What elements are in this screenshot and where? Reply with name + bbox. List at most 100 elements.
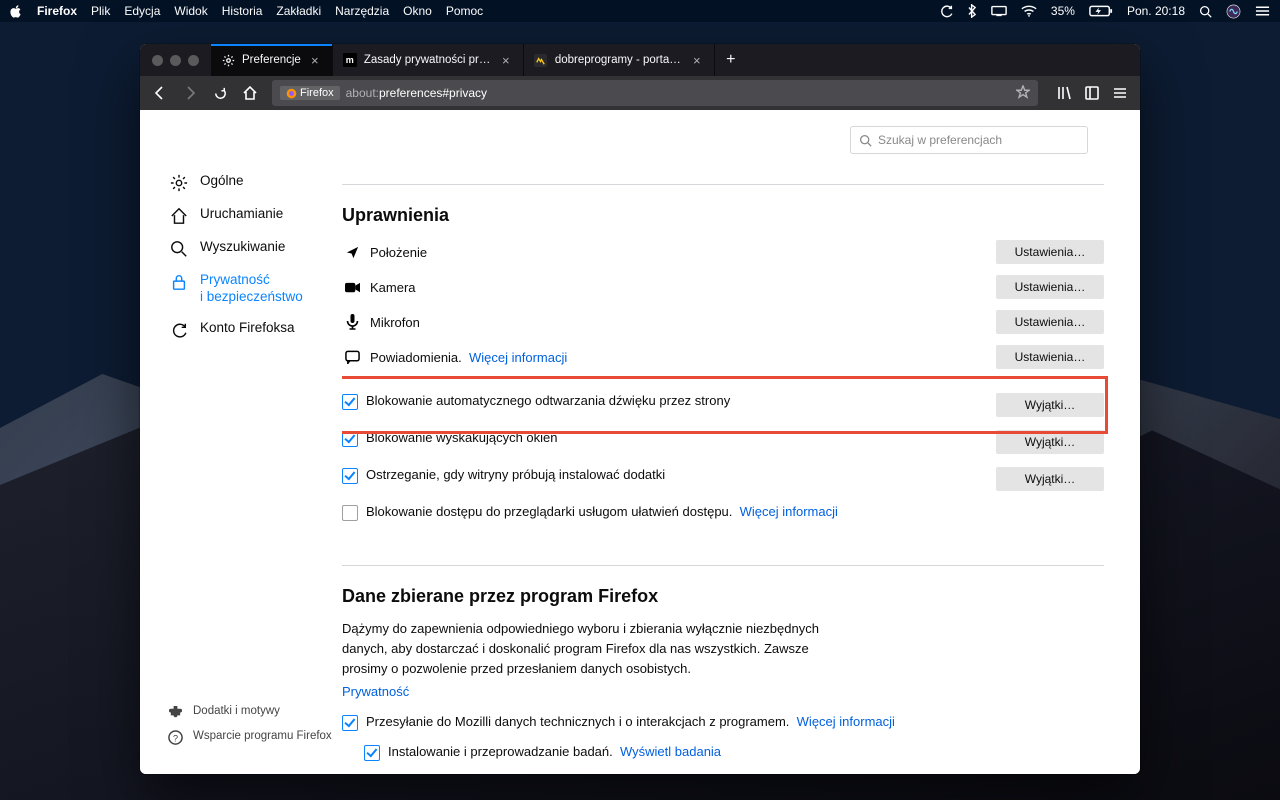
addons-exceptions-button[interactable]: Wyjątki… [996,467,1104,491]
sidebar-item-general[interactable]: Ogólne [170,166,342,199]
block-a11y-label: Blokowanie dostępu do przeglądarki usług… [366,504,1104,519]
app-menu-button[interactable] [1106,79,1134,107]
apple-icon[interactable] [10,5,23,18]
sidebar-button[interactable] [1078,79,1106,107]
block-a11y-checkbox[interactable] [342,505,358,521]
warn-addons-row: Ostrzeganie, gdy witryny próbują instalo… [342,464,1104,494]
notifications-icon [342,350,362,364]
autoplay-exceptions-button[interactable]: Wyjątki… [996,393,1104,417]
svg-text:?: ? [173,733,178,743]
location-icon [342,245,362,260]
close-icon[interactable]: × [499,53,513,68]
close-icon[interactable]: × [690,53,704,68]
popups-exceptions-button[interactable]: Wyjątki… [996,430,1104,454]
firefox-window: Preferencje × m Zasady prywatności przeg… [140,44,1140,774]
location-settings-button[interactable]: Ustawienia… [996,240,1104,264]
camera-settings-button[interactable]: Ustawienia… [996,275,1104,299]
search-placeholder: Szukaj w preferencjach [878,133,1002,147]
sidebar-item-search[interactable]: Wyszukiwanie [170,232,342,265]
close-window-icon[interactable] [152,55,163,66]
home-button[interactable] [236,79,264,107]
window-controls[interactable] [140,44,211,76]
studies-row: Instalowanie i przeprowadzanie badań. Wy… [364,741,1104,764]
notifications-settings-button[interactable]: Ustawienia… [996,345,1104,369]
data-collection-description: Dążymy do zapewnienia odpowiedniego wybo… [342,619,842,679]
notification-center-icon[interactable] [1255,5,1270,18]
studies-checkbox[interactable] [364,745,380,761]
identity-box[interactable]: Firefox [280,86,340,100]
preferences-main: Szukaj w preferencjach Uprawnienia Położ… [342,110,1140,774]
reload-button[interactable] [206,79,234,107]
sidebar-addons-link[interactable]: Dodatki i motywy [168,700,338,725]
battery-icon[interactable] [1089,5,1113,17]
telemetry-row: Przesyłanie do Mozilli danych techniczny… [342,711,1104,734]
forward-button[interactable] [176,79,204,107]
data-collection-heading: Dane zbierane przez program Firefox [342,586,1104,607]
identity-label: Firefox [300,87,334,99]
menubar-app[interactable]: Firefox [37,4,77,18]
mozilla-icon: m [343,53,357,67]
menubar-historia[interactable]: Historia [222,4,263,18]
tab-dobreprogramy[interactable]: dobreprogramy - portal nie tylk × [524,44,715,76]
menubar-plik[interactable]: Plik [91,4,110,18]
menubar-widok[interactable]: Widok [174,4,207,18]
menubar-edycja[interactable]: Edycja [124,4,160,18]
sidebar-item-label: Prywatność i bezpieczeństwo [200,272,303,306]
permission-label: Kamera [370,280,988,295]
display-icon[interactable] [991,5,1007,17]
tab-privacy-policy[interactable]: m Zasady prywatności przeglądar × [333,44,524,76]
view-studies-link[interactable]: Wyświetl badania [620,744,721,759]
sidebar-item-sync[interactable]: Konto Firefoksa [170,313,342,346]
site-icon [534,53,548,67]
back-button[interactable] [146,79,174,107]
warn-addons-checkbox[interactable] [342,468,358,484]
macos-menubar: Firefox Plik Edycja Widok Historia Zakła… [0,0,1280,22]
permission-label: Powiadomienia. Więcej informacji [370,350,988,365]
block-autoplay-checkbox[interactable] [342,394,358,410]
block-popups-checkbox[interactable] [342,431,358,447]
block-a11y-row: Blokowanie dostępu do przeglądarki usług… [342,501,1104,524]
menubar-okno[interactable]: Okno [403,4,432,18]
minimize-window-icon[interactable] [170,55,181,66]
tab-label: Zasady prywatności przeglądar [364,54,492,66]
preferences-content: Ogólne Uruchamianie Wyszukiwanie Prywatn… [140,110,1140,774]
zoom-window-icon[interactable] [188,55,199,66]
menubar-narzedzia[interactable]: Narzędzia [335,4,389,18]
tab-preferences[interactable]: Preferencje × [211,44,333,76]
sidebar-item-label: Konto Firefoksa [200,320,295,337]
warn-addons-label: Ostrzeganie, gdy witryny próbują instalo… [366,467,988,482]
menubar-pomoc[interactable]: Pomoc [446,4,483,18]
library-button[interactable] [1050,79,1078,107]
close-icon[interactable]: × [308,53,322,68]
sidebar-item-label: Wyszukiwanie [200,239,285,256]
bookmark-star-icon[interactable] [1016,85,1030,102]
permission-label: Mikrofon [370,315,988,330]
telemetry-checkbox[interactable] [342,715,358,731]
sidebar-item-label: Ogólne [200,173,244,190]
block-popups-label: Blokowanie wyskakujących okien [366,430,988,445]
preferences-search-input[interactable]: Szukaj w preferencjach [850,126,1088,154]
sidebar-support-link[interactable]: ? Wsparcie programu Firefox [168,725,338,750]
privacy-notice-link[interactable]: Prywatność [342,684,409,699]
sidebar-item-privacy[interactable]: Prywatność i bezpieczeństwo [170,265,342,313]
url-bar[interactable]: Firefox about:preferences#privacy [272,80,1038,106]
spotlight-icon[interactable] [1199,5,1212,18]
wifi-icon[interactable] [1021,5,1037,17]
notifications-more-info-link[interactable]: Więcej informacji [469,350,567,365]
telemetry-more-info-link[interactable]: Więcej informacji [797,714,895,729]
siri-icon[interactable] [1226,4,1241,19]
bluetooth-icon[interactable] [968,4,977,18]
microphone-settings-button[interactable]: Ustawienia… [996,310,1104,334]
block-autoplay-row: Blokowanie automatycznego odtwarzania dź… [342,390,1104,420]
sidebar-item-home[interactable]: Uruchamianie [170,199,342,232]
tab-bar: Preferencje × m Zasady prywatności przeg… [140,44,1140,76]
menubar-zakladki[interactable]: Zakładki [276,4,321,18]
new-tab-button[interactable]: + [715,44,747,76]
sidebar-item-label: Dodatki i motywy [193,705,280,717]
studies-label: Instalowanie i przeprowadzanie badań. Wy… [388,744,1104,759]
menubar-clock[interactable]: Pon. 20:18 [1127,4,1185,18]
a11y-more-info-link[interactable]: Więcej informacji [740,504,838,519]
url-text: about:preferences#privacy [346,86,1010,100]
battery-percent[interactable]: 35% [1051,4,1075,18]
sync-icon[interactable] [940,4,954,18]
